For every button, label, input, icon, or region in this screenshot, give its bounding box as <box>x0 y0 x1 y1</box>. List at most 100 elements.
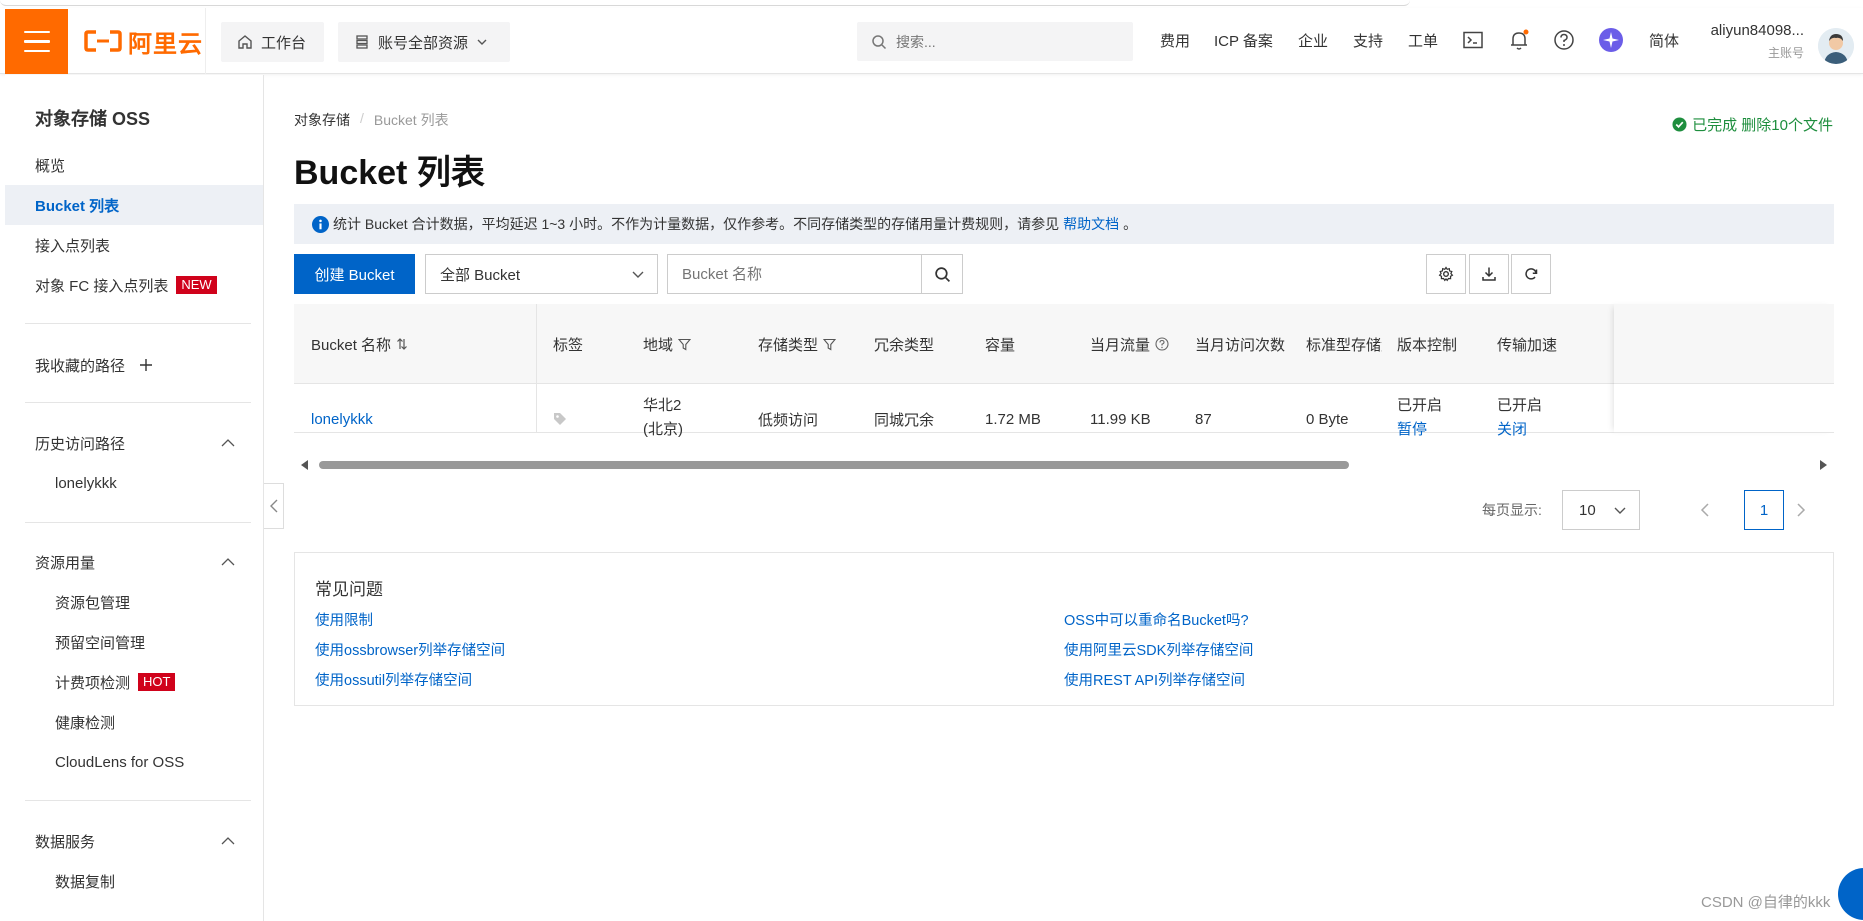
page-size-select[interactable]: 10 <box>1562 490 1640 530</box>
faq-link[interactable]: 使用限制 <box>315 609 373 630</box>
settings-button[interactable] <box>1426 254 1466 294</box>
user-name: aliyun84098... <box>1710 22 1804 39</box>
prev-page-button[interactable] <box>1690 490 1720 530</box>
search-icon <box>934 266 950 282</box>
chevron-down-icon <box>477 39 487 45</box>
page-number-current[interactable]: 1 <box>1744 490 1784 530</box>
sort-icon[interactable] <box>396 337 408 351</box>
filter-icon[interactable] <box>823 338 837 351</box>
sidebar-item-data-replication[interactable]: 数据复制 <box>5 861 263 901</box>
column-storage-class: 存储类型 <box>758 304 837 384</box>
create-bucket-button[interactable]: 创建 Bucket <box>294 254 415 294</box>
bell-icon[interactable] <box>1507 28 1531 52</box>
terminal-icon[interactable] <box>1461 28 1485 52</box>
column-bucket-name[interactable]: Bucket 名称 <box>311 304 408 384</box>
language-switch[interactable]: 简体 <box>1649 30 1679 51</box>
sidebar-item-overview[interactable]: 概览 <box>5 145 263 185</box>
stack-icon <box>356 35 368 49</box>
plus-icon[interactable] <box>139 358 153 372</box>
sidebar-item-cloudlens[interactable]: CloudLens for OSS <box>5 742 263 782</box>
help-doc-link[interactable]: 帮助文档 <box>1063 214 1119 234</box>
scroll-right-icon[interactable] <box>1818 460 1828 470</box>
acceleration-status: 已开启 <box>1497 397 1543 414</box>
app-star-icon[interactable] <box>1599 28 1623 52</box>
column-label: 标准型存储量 <box>1306 336 1382 354</box>
column-label: 传输加速 <box>1497 336 1558 354</box>
resources-dropdown[interactable]: 账号全部资源 <box>338 22 510 62</box>
avatar[interactable] <box>1818 28 1854 64</box>
fees-link[interactable]: 费用 <box>1160 30 1190 51</box>
bucket-search-input[interactable] <box>668 255 921 293</box>
favorites-label: 我收藏的路径 <box>35 357 126 375</box>
data-service-label: 数据服务 <box>35 833 96 851</box>
sidebar-item-billing-check[interactable]: 计费项检测 HOT <box>5 662 263 702</box>
capacity-cell: 1.72 MB <box>985 410 1041 428</box>
history-label: 历史访问路径 <box>35 435 126 453</box>
resource-usage-group[interactable]: 资源用量 <box>5 542 263 582</box>
faq-link[interactable]: 使用ossbrowser列举存储空间 <box>315 639 505 660</box>
workbench-button[interactable]: 工作台 <box>221 22 324 62</box>
faq-link[interactable]: OSS中可以重命名Bucket吗? <box>1064 609 1249 630</box>
refresh-button[interactable] <box>1511 254 1551 294</box>
sidebar-item-resource-packages[interactable]: 资源包管理 <box>5 582 263 622</box>
table-horizontal-scrollbar[interactable] <box>294 458 1834 472</box>
sidebar-item-bucket-list[interactable]: Bucket 列表 <box>5 185 263 225</box>
scroll-left-icon[interactable] <box>300 460 310 470</box>
bucket-name-link[interactable]: lonelykkk <box>311 384 373 454</box>
faq-link[interactable]: 使用ossutil列举存储空间 <box>315 669 472 690</box>
page-size-label: 每页显示: <box>1482 502 1542 518</box>
hot-badge: HOT <box>138 673 176 691</box>
column-capacity: 容量 <box>985 304 1015 384</box>
faq-link[interactable]: 使用阿里云SDK列举存储空间 <box>1064 639 1253 660</box>
breadcrumb-item-oss[interactable]: 对象存储 <box>294 110 350 130</box>
task-status[interactable]: 已完成 删除10个文件 <box>1672 114 1833 135</box>
bucket-filter-select[interactable]: 全部 Bucket <box>425 254 658 294</box>
help-icon[interactable] <box>1552 28 1576 52</box>
global-search-input[interactable] <box>896 33 1096 50</box>
sidebar-divider <box>25 800 251 801</box>
column-monthly-traffic: 当月流量 <box>1090 304 1169 384</box>
enterprise-link[interactable]: 企业 <box>1298 30 1328 51</box>
faq-link[interactable]: 使用REST API列举存储空间 <box>1064 669 1245 690</box>
column-versioning: 版本控制 <box>1397 304 1457 384</box>
tag-icon[interactable] <box>553 412 567 426</box>
header-divider <box>205 8 206 74</box>
sidebar-item-reserved-space[interactable]: 预留空间管理 <box>5 622 263 662</box>
next-page-button[interactable] <box>1786 490 1816 530</box>
ticket-link[interactable]: 工单 <box>1408 30 1438 51</box>
chevron-up-icon <box>221 837 235 845</box>
home-icon <box>238 35 252 49</box>
global-search[interactable] <box>857 22 1133 61</box>
history-group[interactable]: 历史访问路径 <box>5 423 263 463</box>
sidebar-item-label: Bucket 列表 <box>35 197 120 215</box>
tag-cell[interactable] <box>553 384 567 454</box>
support-link[interactable]: 支持 <box>1353 30 1383 51</box>
user-info[interactable]: aliyun84098... 主账号 <box>1704 22 1804 61</box>
download-button[interactable] <box>1469 254 1509 294</box>
history-item[interactable]: lonelykkk <box>5 463 263 503</box>
column-redundancy: 冗余类型 <box>874 304 934 384</box>
chevron-left-icon <box>1700 503 1709 517</box>
filter-icon[interactable] <box>678 338 692 351</box>
favorites-group[interactable]: 我收藏的路径 <box>5 345 263 385</box>
pause-versioning-link[interactable]: 暂停 <box>1397 418 1442 442</box>
sidebar-item-fc-access-points[interactable]: 对象 FC 接入点列表 NEW <box>5 265 263 305</box>
sidebar-item-label: 对象 FC 接入点列表 <box>35 277 169 295</box>
sidebar-item-access-points[interactable]: 接入点列表 <box>5 225 263 265</box>
icp-link[interactable]: ICP 备案 <box>1214 30 1273 51</box>
question-icon[interactable] <box>1155 337 1169 351</box>
user-role: 主账号 <box>1767 46 1804 60</box>
aliyun-logo[interactable]: 阿里云 <box>84 27 203 58</box>
chevron-up-icon <box>221 558 235 566</box>
scrollbar-thumb[interactable] <box>319 461 1349 469</box>
main-content: 对象存储 / Bucket 列表 已完成 删除10个文件 Bucket 列表 统… <box>264 75 1863 921</box>
hamburger-menu-button[interactable] <box>5 9 68 74</box>
sidebar-item-health-check[interactable]: 健康检测 <box>5 702 263 742</box>
column-label: 冗余类型 <box>874 336 935 354</box>
column-divider <box>536 304 537 433</box>
disable-acceleration-link[interactable]: 关闭 <box>1497 418 1542 442</box>
bucket-search-button[interactable] <box>921 255 962 293</box>
data-service-group[interactable]: 数据服务 <box>5 821 263 861</box>
column-label: 存储类型 <box>758 336 819 354</box>
versioning-status: 已开启 <box>1397 397 1443 414</box>
